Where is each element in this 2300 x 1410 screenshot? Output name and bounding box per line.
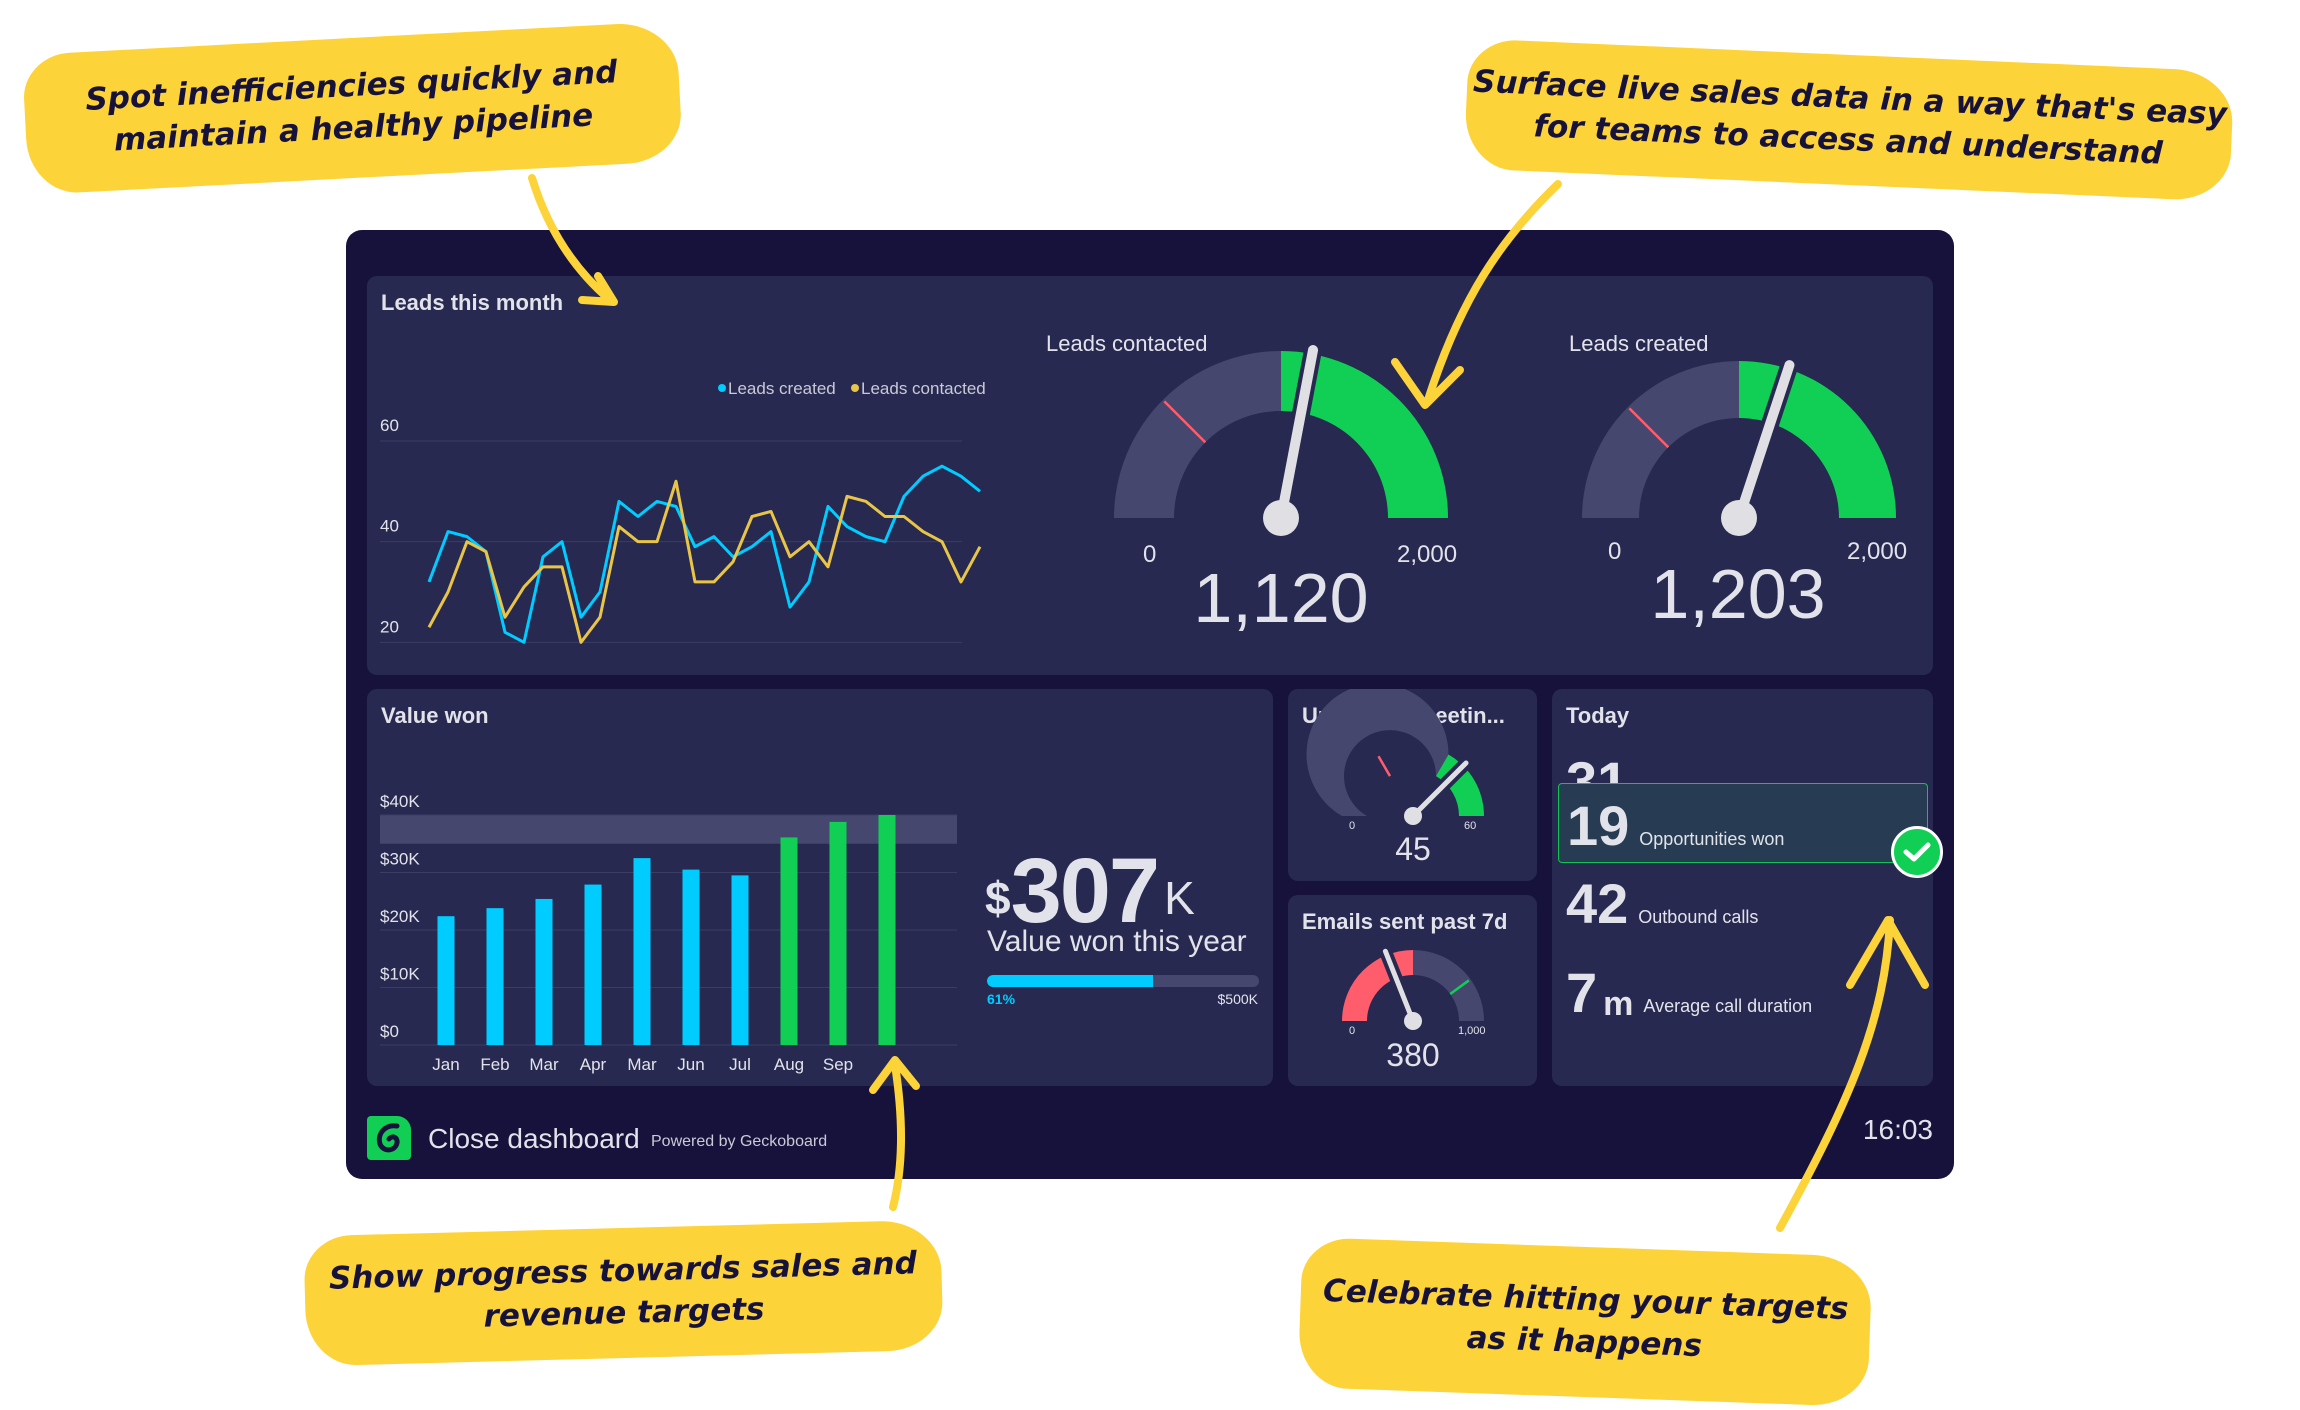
stat-value: 42 bbox=[1566, 872, 1629, 935]
bar-jul bbox=[731, 875, 749, 1045]
x-tick-label: Jun bbox=[677, 1055, 704, 1074]
stat-opportunities-won: 19 Opportunities won bbox=[1558, 783, 1943, 878]
emails-sent-panel: Emails sent past 7d 0 1,000 380 bbox=[1288, 895, 1537, 1086]
progress-target: $500K bbox=[1217, 991, 1258, 1007]
gauge-min-label: 0 bbox=[1143, 541, 1157, 568]
callout-show-progress: Show progress towards sales and revenue t… bbox=[303, 1219, 944, 1367]
legend-label: Leads contacted bbox=[861, 379, 986, 398]
x-tick-label: Jul bbox=[729, 1055, 751, 1074]
gauge-needle-knob bbox=[1263, 500, 1299, 536]
geckoboard-logo-icon bbox=[367, 1116, 411, 1160]
value-won-subtitle: Value won this year bbox=[987, 925, 1247, 958]
y-tick-label: 60 bbox=[380, 416, 399, 435]
value-won-bar-chart: $0 $10K $20K $30K $40K Jan Feb Mar Apr Mar Jun Jul… bbox=[380, 792, 957, 1074]
bar-oct bbox=[878, 815, 896, 1045]
gauge-needle-knob bbox=[1404, 807, 1422, 825]
gauge-max-label: 2,000 bbox=[1847, 538, 1908, 565]
callout-celebrate: Celebrate hitting your targets as it happ… bbox=[1297, 1237, 1873, 1407]
bar-jun bbox=[682, 869, 700, 1045]
bar-feb bbox=[486, 908, 504, 1045]
emails-sent-value: 380 bbox=[1386, 1037, 1440, 1073]
gauge-segment bbox=[1413, 950, 1484, 1021]
y-tick-label: 40 bbox=[380, 517, 399, 536]
bar-jan bbox=[437, 916, 455, 1045]
gauge-min-label: 0 bbox=[1349, 820, 1356, 832]
gauge-min-label: 0 bbox=[1608, 538, 1622, 565]
leads-contacted-value: 1,120 bbox=[1193, 559, 1369, 637]
x-tick-label: Mar bbox=[529, 1055, 559, 1074]
stat-label: Average call duration bbox=[1643, 996, 1813, 1016]
callout-surface-live-data: Surface live sales data in a way that's … bbox=[1463, 38, 2235, 202]
y-tick-label: 20 bbox=[380, 617, 399, 636]
bar-apr bbox=[584, 884, 602, 1045]
stat-outbound-calls: 42 Outbound calls bbox=[1552, 856, 1933, 932]
series-line-leads-contacted bbox=[427, 479, 982, 644]
bar-aug bbox=[780, 837, 798, 1045]
gauge-min-label: 0 bbox=[1349, 1025, 1356, 1037]
gauge-threshold-marker bbox=[1377, 755, 1392, 777]
legend-dot bbox=[851, 384, 859, 392]
today-panel: Today 31 Opportunities created 19 Opport… bbox=[1552, 689, 1943, 1086]
stat-unit: m bbox=[1603, 985, 1634, 1023]
stat-average-call-duration: 7 m Average call duration bbox=[1552, 945, 1933, 1024]
gauge-max-label: 60 bbox=[1464, 820, 1477, 832]
series-line-leads-created bbox=[427, 464, 981, 644]
stat-value: 19 bbox=[1567, 794, 1630, 857]
value-won-suffix: K bbox=[1164, 872, 1195, 924]
upcoming-meetings-value: 45 bbox=[1395, 831, 1431, 867]
dashboard-title: Close dashboard bbox=[428, 1123, 640, 1154]
y-tick-label: $10K bbox=[380, 965, 420, 984]
gauge-needle-knob bbox=[1404, 1012, 1422, 1030]
clock-time: 16:03 bbox=[1862, 1114, 1933, 1145]
x-tick-label: Feb bbox=[480, 1055, 509, 1074]
x-tick-label: Jan bbox=[432, 1055, 459, 1074]
gauge-max-label: 2,000 bbox=[1397, 541, 1458, 568]
leads-contacted-gauge bbox=[1114, 341, 1448, 536]
target-band bbox=[380, 815, 957, 844]
y-tick-label: $20K bbox=[380, 907, 420, 926]
bar-sep bbox=[829, 821, 847, 1045]
stat-value: 7 bbox=[1566, 961, 1598, 1024]
leads-created-value: 1,203 bbox=[1650, 555, 1826, 633]
leads-line-chart: 0204060 7 Nov14 Nov21 Nov28 Nov Leads cr… bbox=[380, 379, 986, 644]
dashboard: Leads this month 0204060 7 Nov14 Nov21 N… bbox=[346, 230, 1954, 1179]
currency-symbol: $ bbox=[985, 872, 1011, 924]
bar-mar bbox=[535, 898, 553, 1045]
x-tick-label: Aug bbox=[774, 1055, 804, 1074]
gauge-max-label: 1,000 bbox=[1458, 1025, 1486, 1037]
stat-label: Opportunities won bbox=[1639, 829, 1785, 849]
x-tick-label: Mar bbox=[627, 1055, 657, 1074]
stat-label: Outbound calls bbox=[1638, 907, 1759, 927]
bar-mar bbox=[633, 858, 651, 1045]
callout-spot-inefficiencies: Spot inefficiencies quickly and maintain … bbox=[21, 20, 684, 196]
upcoming-meetings-panel: Upcoming meetin... 0 60 45 bbox=[1288, 689, 1537, 881]
powered-by: Powered by Geckoboard bbox=[651, 1133, 828, 1150]
y-tick-label: $0 bbox=[380, 1022, 399, 1041]
progress-fill bbox=[987, 975, 1153, 987]
progress-percent: 61% bbox=[987, 991, 1016, 1007]
legend-label: Leads created bbox=[728, 379, 836, 398]
x-tick-label: Apr bbox=[580, 1055, 607, 1074]
check-circle-icon bbox=[1891, 826, 1943, 878]
today-title: Today bbox=[1566, 703, 1630, 728]
value-won-progress-bar bbox=[987, 975, 1259, 987]
leads-panel: Leads this month 0204060 7 Nov14 Nov21 N… bbox=[367, 276, 1933, 675]
gauge-needle-knob bbox=[1721, 500, 1757, 536]
y-tick-label: $30K bbox=[380, 850, 420, 869]
x-tick-label: Sep bbox=[823, 1055, 853, 1074]
y-tick-label: $40K bbox=[380, 792, 420, 811]
legend-dot bbox=[718, 384, 726, 392]
value-won-panel: Value won $0 $10K $20K $30K $40K Jan Feb Mar Ap… bbox=[367, 689, 1273, 1086]
leads-created-gauge bbox=[1582, 356, 1896, 536]
